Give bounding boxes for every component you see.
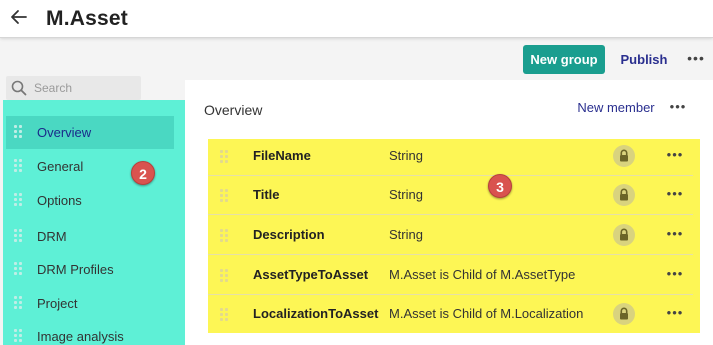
- sidebar-item-label: DRM: [37, 229, 67, 244]
- drag-handle-icon[interactable]: [14, 159, 22, 173]
- annotation-badge-3: 3: [488, 174, 512, 198]
- drag-handle-icon[interactable]: [220, 189, 228, 203]
- member-type: String: [389, 187, 423, 202]
- new-group-button[interactable]: New group: [523, 45, 605, 74]
- member-name: LocalizationToAsset: [253, 306, 379, 321]
- back-button[interactable]: [10, 8, 30, 28]
- lock-icon: [613, 303, 635, 325]
- member-name: Title: [253, 187, 280, 202]
- member-name: AssetTypeToAsset: [253, 267, 369, 282]
- drag-handle-icon[interactable]: [14, 262, 22, 276]
- annotation-badge-2: 2: [131, 161, 155, 185]
- member-name: Description: [253, 227, 325, 242]
- sidebar-item-overview[interactable]: Overview: [6, 116, 174, 149]
- row-more-button[interactable]: •••: [663, 146, 687, 166]
- drag-handle-icon[interactable]: [14, 193, 22, 207]
- sidebar-item-label: Project: [37, 296, 78, 311]
- search-input[interactable]: [34, 79, 134, 97]
- row-more-button[interactable]: •••: [663, 304, 687, 324]
- drag-handle-icon[interactable]: [220, 269, 228, 283]
- sidebar-item-label: Overview: [37, 125, 92, 140]
- member-type: M.Asset is Child of M.AssetType: [389, 267, 576, 282]
- search-box[interactable]: [6, 76, 141, 100]
- member-row-description[interactable]: Description String •••: [208, 216, 693, 255]
- drag-handle-icon[interactable]: [14, 229, 22, 243]
- sidebar-highlight: Overview General Options DRM DRM Profile…: [3, 100, 185, 345]
- drag-handle-icon[interactable]: [14, 296, 22, 310]
- sidebar-item-label: Image analysis: [37, 329, 124, 344]
- member-type: String: [389, 148, 423, 163]
- sidebar-item-label: General: [37, 159, 84, 174]
- page-header: M.Asset: [0, 0, 713, 38]
- row-more-button[interactable]: •••: [663, 185, 687, 205]
- new-member-button[interactable]: New member: [573, 97, 659, 119]
- member-name: FileName: [253, 148, 311, 163]
- member-row-assettypetoasset[interactable]: AssetTypeToAsset M.Asset is Child of M.A…: [208, 256, 693, 295]
- search-icon: [11, 80, 27, 96]
- panel-title: Overview: [204, 102, 263, 118]
- member-type: String: [389, 227, 423, 242]
- member-row-filename[interactable]: FileName String •••: [208, 137, 693, 176]
- drag-handle-icon[interactable]: [14, 125, 22, 139]
- sidebar-item-image-analysis[interactable]: Image analysis: [6, 320, 174, 345]
- member-row-localizationtoasset[interactable]: LocalizationToAsset M.Asset is Child of …: [208, 295, 693, 334]
- sidebar-item-options[interactable]: Options: [6, 184, 174, 217]
- member-row-title[interactable]: Title String •••: [208, 176, 693, 215]
- more-options-button[interactable]: •••: [684, 45, 708, 74]
- sidebar-item-project[interactable]: Project: [6, 287, 174, 320]
- publish-button[interactable]: Publish: [614, 45, 674, 74]
- drag-handle-icon[interactable]: [14, 329, 22, 343]
- drag-handle-icon[interactable]: [220, 150, 228, 164]
- lock-icon: [613, 184, 635, 206]
- drag-handle-icon[interactable]: [220, 308, 228, 322]
- member-type: M.Asset is Child of M.Localization: [389, 306, 584, 321]
- arrow-left-icon: [11, 10, 27, 24]
- drag-handle-icon[interactable]: [220, 229, 228, 243]
- sidebar-item-label: Options: [37, 193, 82, 208]
- sidebar-item-drm[interactable]: DRM: [6, 220, 174, 253]
- page-title: M.Asset: [46, 7, 128, 30]
- row-more-button[interactable]: •••: [663, 225, 687, 245]
- lock-icon: [613, 224, 635, 246]
- sidebar-item-drm-profiles[interactable]: DRM Profiles: [6, 253, 174, 286]
- lock-icon: [613, 145, 635, 167]
- sidebar-item-label: DRM Profiles: [37, 262, 114, 277]
- row-more-button[interactable]: •••: [663, 265, 687, 285]
- panel-more-button[interactable]: •••: [667, 97, 689, 119]
